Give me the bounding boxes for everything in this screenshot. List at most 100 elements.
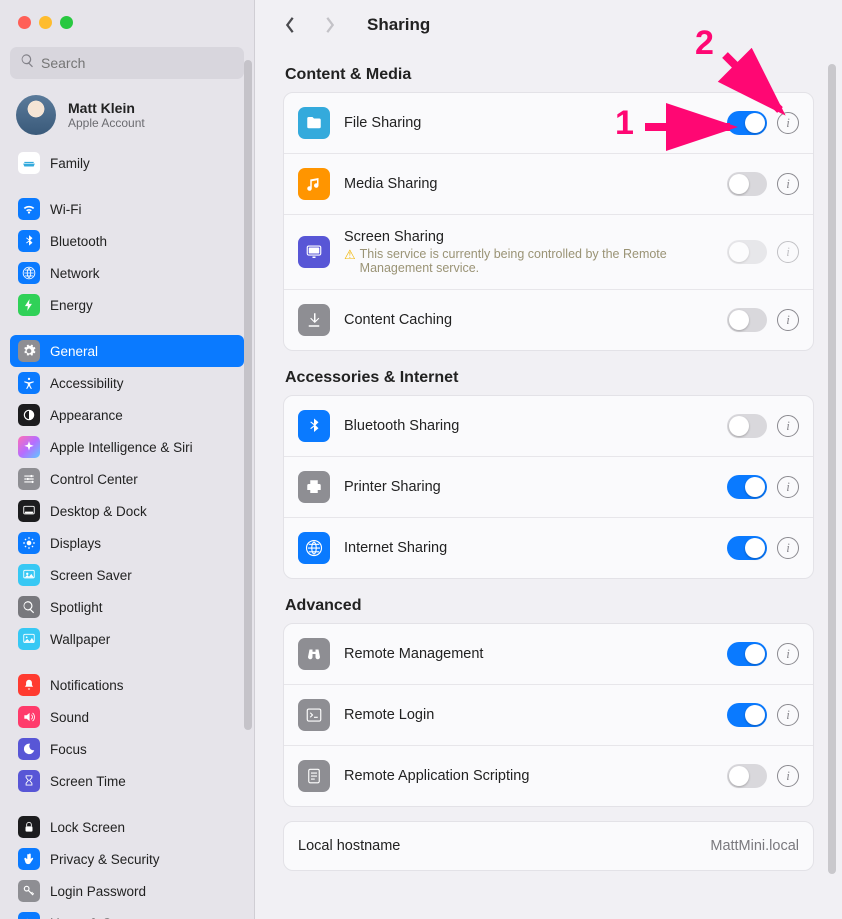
setting-row-label: Internet Sharing [344,540,727,556]
setting-row-internet-sharing: Internet Sharing i [284,518,813,578]
info-button[interactable]: i [777,704,799,726]
sidebar-item-label: Displays [50,536,101,551]
setting-row-file-sharing: File Sharing i [284,93,813,154]
sparkle-icon [18,436,40,458]
sidebar-item-label: Screen Time [50,774,126,789]
info-button[interactable]: i [777,765,799,787]
account-name: Matt Klein [68,100,145,116]
sidebar-item-label: General [50,344,98,359]
sidebar-item-notifications[interactable]: Notifications [10,669,244,701]
info-button[interactable]: i [777,643,799,665]
sidebar-list: Family Wi-FiBluetoothNetworkEnergy Gener… [0,143,254,919]
key-icon [18,880,40,902]
close-window-button[interactable] [18,16,31,29]
hourglass-icon [18,770,40,792]
terminal-icon [298,699,330,731]
sidebar-item-family[interactable]: Family [10,147,244,179]
setting-row-printer-sharing: Printer Sharing i [284,457,813,518]
info-button[interactable]: i [777,309,799,331]
forward-button[interactable] [319,14,341,36]
setting-row-remote-management: Remote Management i [284,624,813,685]
sidebar-item-label: Desktop & Dock [50,504,147,519]
apple-account-row[interactable]: Matt Klein Apple Account [0,89,254,143]
search-input[interactable] [41,55,234,71]
sidebar-item-displays[interactable]: Displays [10,527,244,559]
setting-row-label: Remote Login [344,707,727,723]
toggle-printer-sharing[interactable] [727,475,767,499]
sidebar-item-control-center[interactable]: Control Center [10,463,244,495]
search-field[interactable] [10,47,244,79]
sidebar-item-wallpaper[interactable]: Wallpaper [10,623,244,655]
gear-icon [18,340,40,362]
sidebar-item-screen-time[interactable]: Screen Time [10,765,244,797]
setting-row-label: Content Caching [344,312,727,328]
sidebar-item-spotlight[interactable]: Spotlight [10,591,244,623]
setting-row-label: Remote Application Scripting [344,768,727,784]
sliders-icon [18,468,40,490]
content-pane: Sharing Content & Media File Sharing i M… [255,0,842,919]
toggle-media-sharing[interactable] [727,172,767,196]
warning-icon: ⚠ [344,247,356,263]
page-title: Sharing [367,15,430,35]
sidebar-item-label: Focus [50,742,87,757]
moon-icon [18,738,40,760]
sidebar-item-bluetooth[interactable]: Bluetooth [10,225,244,257]
sidebar-item-users-groups[interactable]: Users & Groups [10,907,244,919]
sidebar-item-apple-intelligence-siri[interactable]: Apple Intelligence & Siri [10,431,244,463]
toggle-content-caching[interactable] [727,308,767,332]
sidebar-item-label: Sound [50,710,89,725]
info-button[interactable]: i [777,112,799,134]
toggle-remote-management[interactable] [727,642,767,666]
sidebar-item-desktop-dock[interactable]: Desktop & Dock [10,495,244,527]
fullscreen-window-button[interactable] [60,16,73,29]
sidebar-item-login-password[interactable]: Login Password [10,875,244,907]
sidebar-item-sound[interactable]: Sound [10,701,244,733]
wallpaper-icon [18,628,40,650]
minimize-window-button[interactable] [39,16,52,29]
back-button[interactable] [279,14,301,36]
sidebar-item-label: Privacy & Security [50,852,160,867]
sidebar-item-focus[interactable]: Focus [10,733,244,765]
sidebar-item-label: Accessibility [50,376,124,391]
sidebar-scrollbar[interactable] [244,60,252,730]
hostname-label: Local hostname [298,838,710,854]
accessibility-icon [18,372,40,394]
hostname-value: MattMini.local [710,838,799,854]
toggle-screen-sharing [727,240,767,264]
sidebar-item-wi-fi[interactable]: Wi-Fi [10,193,244,225]
sidebar-item-privacy-security[interactable]: Privacy & Security [10,843,244,875]
sidebar-item-network[interactable]: Network [10,257,244,289]
download-icon [298,304,330,336]
content-scrollbar[interactable] [828,64,836,874]
sidebar-item-accessibility[interactable]: Accessibility [10,367,244,399]
sidebar-item-label: Spotlight [50,600,103,615]
setting-row-label: Printer Sharing [344,479,727,495]
info-button[interactable]: i [777,476,799,498]
content-media-card: File Sharing i Media Sharing i Screen Sh… [283,92,814,351]
bell-icon [18,674,40,696]
sun-icon [18,532,40,554]
toggle-remote-application-scripting[interactable] [727,764,767,788]
setting-row-label: Media Sharing [344,176,727,192]
sidebar-item-general[interactable]: General [10,335,244,367]
info-button[interactable]: i [777,537,799,559]
toggle-bluetooth-sharing[interactable] [727,414,767,438]
screen-icon [298,236,330,268]
sidebar-item-lock-screen[interactable]: Lock Screen [10,811,244,843]
sidebar-item-energy[interactable]: Energy [10,289,244,321]
sidebar-item-appearance[interactable]: Appearance [10,399,244,431]
toggle-internet-sharing[interactable] [727,536,767,560]
toggle-remote-login[interactable] [727,703,767,727]
setting-row-screen-sharing: Screen Sharing⚠This service is currently… [284,215,813,290]
sidebar-item-label: Control Center [50,472,138,487]
sidebar-item-screen-saver[interactable]: Screen Saver [10,559,244,591]
account-sub: Apple Account [68,116,145,130]
hostname-row[interactable]: Local hostname MattMini.local [284,822,813,870]
info-button[interactable]: i [777,173,799,195]
toggle-file-sharing[interactable] [727,111,767,135]
sidebar-item-label: Login Password [50,884,146,899]
info-button[interactable]: i [777,415,799,437]
sidebar-item-label: Wallpaper [50,632,110,647]
hand-icon [18,848,40,870]
wifi-icon [18,198,40,220]
